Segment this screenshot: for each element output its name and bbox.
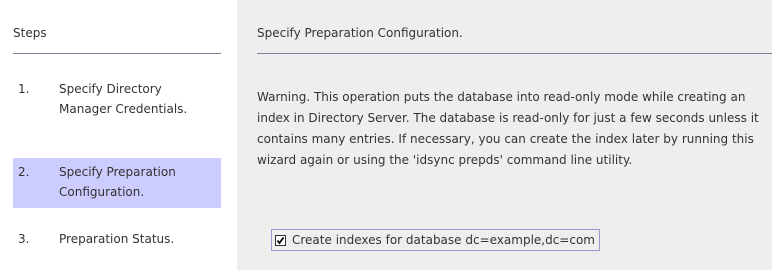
warning-text: Warning. This operation puts the databas… (257, 90, 759, 167)
content-divider (257, 53, 772, 54)
step-number: 1. (18, 82, 30, 96)
step-label: Specify Directory Manager Credentials. (59, 82, 188, 116)
step-item-preparation-configuration[interactable]: 2. Specify Preparation Configuration. (13, 158, 221, 208)
content-panel: Specify Preparation Configuration. Warni… (237, 0, 772, 270)
create-indexes-label: Create indexes for database dc=example,d… (292, 233, 595, 247)
step-item-preparation-status[interactable]: 3. Preparation Status. (13, 229, 221, 251)
steps-title: Steps (13, 26, 47, 40)
step-label: Specify Preparation Configuration. (59, 165, 176, 199)
steps-divider (13, 53, 221, 54)
steps-panel: Steps 1. Specify Directory Manager Crede… (0, 0, 237, 270)
step-item-credentials[interactable]: 1. Specify Directory Manager Credentials… (13, 79, 221, 139)
page-title: Specify Preparation Configuration. (257, 26, 463, 40)
step-label: Preparation Status. (59, 232, 175, 246)
step-number: 2. (18, 165, 30, 179)
create-indexes-option[interactable]: Create indexes for database dc=example,d… (271, 229, 600, 251)
wizard-window: Steps 1. Specify Directory Manager Crede… (0, 0, 772, 270)
step-number: 3. (18, 232, 30, 246)
create-indexes-checkbox[interactable] (275, 234, 286, 246)
checkmark-icon (276, 236, 285, 244)
